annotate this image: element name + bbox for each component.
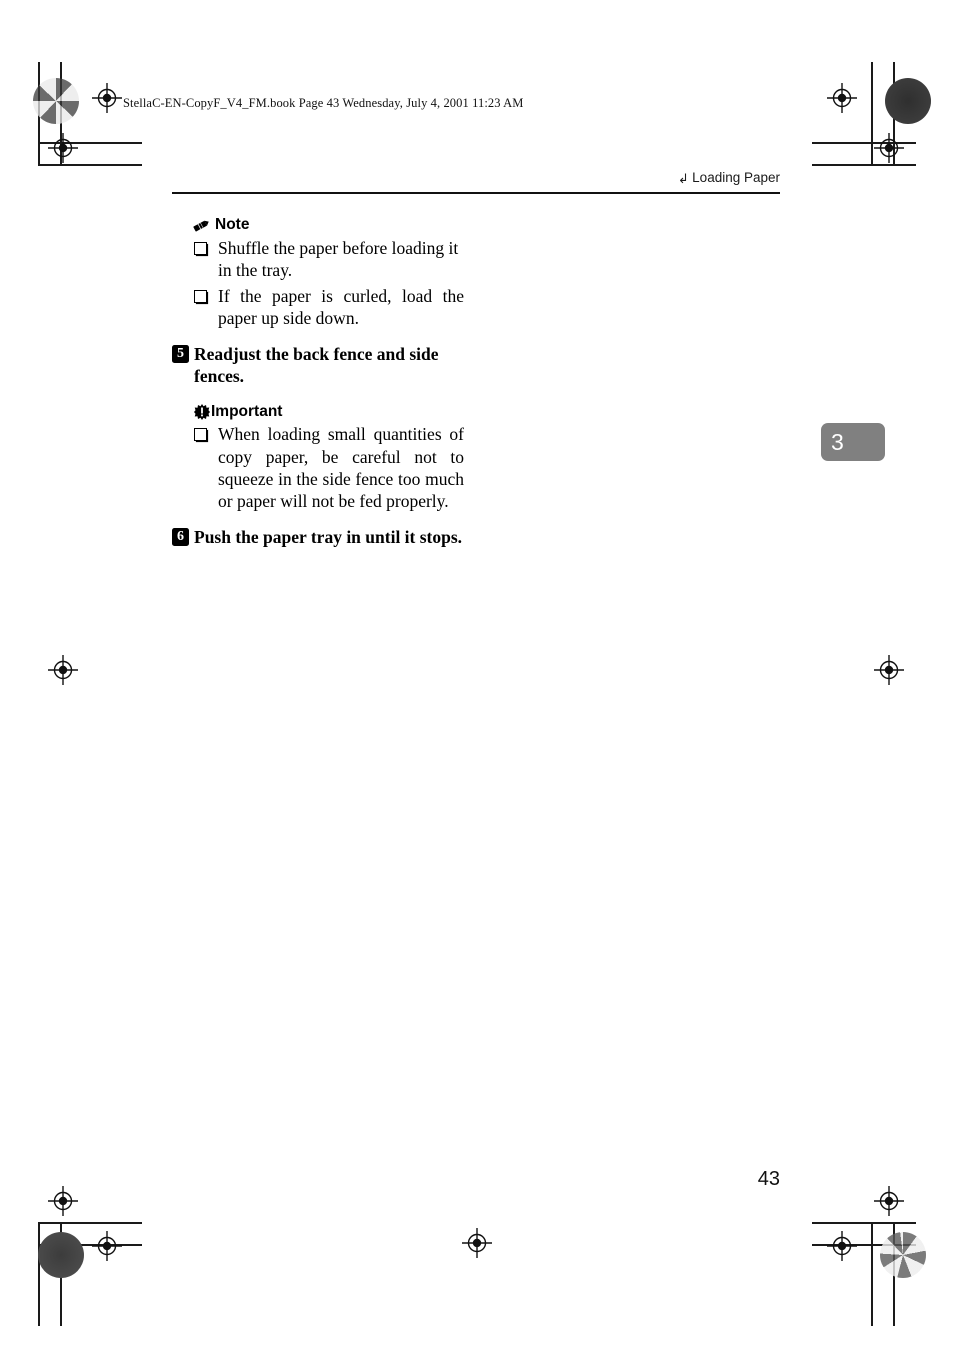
important-list: When loading small quantities of copy pa… [172, 423, 464, 511]
registration-target-icon [48, 1186, 78, 1216]
running-header-label: Loading Paper [692, 170, 780, 185]
note-list: Shuffle the paper before loading it in t… [172, 237, 464, 329]
list-item: Shuffle the paper before loading it in t… [192, 237, 464, 281]
registration-target-icon [874, 1186, 904, 1216]
important-callout: Important When loading small quantities … [172, 403, 464, 512]
note-callout: Note Shuffle the paper before loading it… [172, 216, 464, 329]
registration-target-icon [827, 83, 857, 113]
step-6: 6 Push the paper tray in until it stops. [172, 526, 464, 548]
registration-target-icon [92, 83, 122, 113]
page-body: Note Shuffle the paper before loading it… [172, 216, 464, 548]
important-heading: Important [194, 403, 464, 422]
registration-target-icon [92, 1231, 122, 1261]
chapter-tab: 3 [821, 423, 885, 461]
registration-target-icon [48, 133, 78, 163]
corner-arrow-icon: ↳ [678, 172, 690, 187]
step-text: Readjust the back fence and side fences. [194, 343, 439, 386]
square-bullet-icon [194, 289, 207, 303]
registration-target-icon [462, 1228, 492, 1258]
note-title: Note [215, 216, 250, 233]
list-item-text: If the paper is curled, load the paper u… [218, 285, 464, 328]
registration-target-icon [874, 133, 904, 163]
crop-mark-line [871, 1222, 873, 1326]
registration-target-icon [48, 655, 78, 685]
list-item: When loading small quantities of copy pa… [192, 423, 464, 511]
halftone-density-patch [885, 78, 931, 124]
step-number-badge: 6 [172, 527, 189, 546]
crop-mark-line [38, 164, 142, 166]
square-bullet-icon [194, 428, 207, 442]
running-header: ↳ Loading Paper [172, 170, 780, 187]
starburst-exclamation-icon [194, 404, 210, 421]
step-text: Push the paper tray in until it stops. [194, 526, 463, 547]
pencil-icon [193, 220, 209, 232]
registration-target-icon [874, 655, 904, 685]
crop-mark-line [871, 62, 873, 166]
crop-mark-line [38, 1222, 40, 1326]
list-item-text: When loading small quantities of copy pa… [218, 424, 464, 511]
crop-mark-line [38, 1222, 142, 1224]
halftone-density-patch [33, 78, 79, 124]
header-rule [172, 192, 780, 194]
crop-mark-line [812, 1222, 916, 1224]
crop-mark-line [812, 164, 916, 166]
square-bullet-icon [194, 241, 207, 255]
important-title: Important [211, 402, 283, 420]
step-number-badge: 5 [172, 344, 189, 363]
registration-target-icon [827, 1231, 857, 1261]
note-heading: Note [192, 216, 464, 235]
scanned-manual-page: StellaC-EN-CopyF_V4_FM.book Page 43 Wedn… [0, 0, 954, 1348]
halftone-density-patch [38, 1232, 84, 1278]
halftone-density-patch [880, 1232, 926, 1278]
list-item: If the paper is curled, load the paper u… [192, 285, 464, 329]
page-number: 43 [757, 1168, 780, 1190]
list-item-text: Shuffle the paper before loading it in t… [218, 237, 459, 280]
step-5: 5 Readjust the back fence and side fence… [172, 343, 464, 387]
source-file-slug: StellaC-EN-CopyF_V4_FM.book Page 43 Wedn… [123, 96, 524, 110]
